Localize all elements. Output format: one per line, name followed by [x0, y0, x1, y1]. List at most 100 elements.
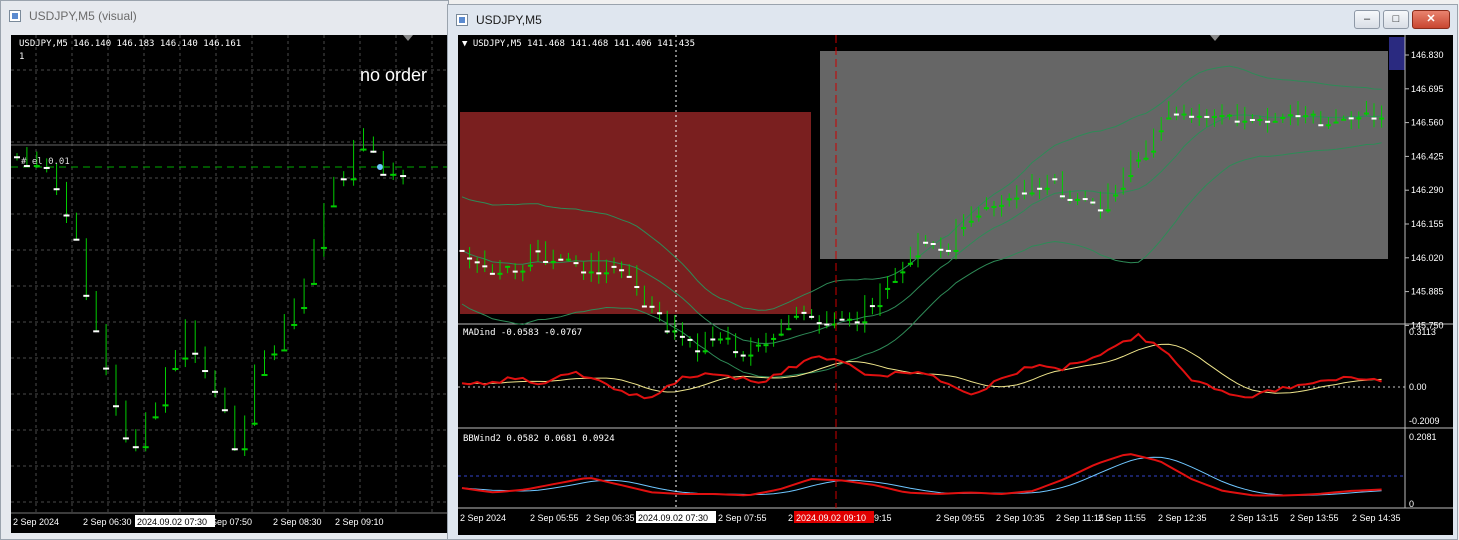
right-candle: [520, 270, 526, 273]
order-status-text: no order: [360, 65, 428, 85]
left-chart-header-line2: 1: [19, 52, 25, 62]
left-candle: [291, 323, 298, 326]
right-candle: [1037, 187, 1043, 190]
right-candle: [1280, 116, 1286, 119]
left-candle: [231, 448, 238, 451]
time-axis-label: Sep 07:50: [211, 517, 252, 527]
time-axis-label: 2 Sep 10:35: [996, 513, 1045, 523]
right-candle: [1113, 194, 1119, 197]
madind-tick-label: -0.2009: [1409, 416, 1440, 426]
left-price-chart[interactable]: 2 Sep 2024 2 Sep 06:30 2024.09.02 07:30 Sep…: [11, 35, 448, 533]
right-candle: [755, 344, 761, 347]
right-candle: [1082, 198, 1088, 201]
maximize-button[interactable]: □: [1383, 10, 1409, 29]
right-candle: [1090, 201, 1096, 204]
left-candle: [73, 238, 80, 241]
right-candle: [596, 272, 602, 275]
right-candle: [1287, 114, 1293, 117]
time-axis-label: 2 Sep 2024: [13, 517, 59, 527]
right-chart-window[interactable]: USDJPY,M5 – □ ✕ 146.830 146.695 146.560 146…: [447, 4, 1458, 540]
right-candle: [862, 321, 868, 324]
right-candle: [877, 305, 883, 308]
left-candle: [261, 374, 268, 377]
time-axis-label: 2 Sep 11:55: [1098, 513, 1146, 523]
left-candle: [400, 175, 407, 178]
left-window-titlebar[interactable]: USDJPY,M5 (visual): [1, 1, 448, 31]
right-candle: [1379, 117, 1385, 120]
right-candle: [687, 338, 693, 341]
right-candle: [1189, 115, 1195, 118]
right-candle: [740, 354, 746, 357]
right-candle: [550, 260, 556, 263]
price-tick-label: 146.155: [1411, 219, 1444, 229]
minimize-button[interactable]: –: [1354, 10, 1380, 29]
right-candle: [1151, 150, 1157, 153]
right-candle: [1303, 115, 1309, 118]
right-candle: [991, 205, 997, 208]
right-main-header-text: USDJPY,M5 141.468 141.468 141.406 141.43…: [472, 39, 696, 49]
close-button[interactable]: ✕: [1412, 10, 1450, 29]
right-main-header: ▼ USDJPY,M5 141.468 141.468 141.406 141.…: [462, 39, 695, 49]
chart-menu-triangle-icon[interactable]: ▼: [462, 39, 467, 49]
right-candle: [915, 255, 921, 258]
crosshair-time-label: 2024.09.02 07:30: [137, 517, 207, 527]
right-candle: [527, 264, 533, 267]
right-candle: [869, 305, 875, 308]
chart-window-icon: [456, 14, 468, 26]
order-line-label: # el 0.01: [21, 157, 70, 167]
right-candle: [1173, 113, 1179, 116]
madind-tick-label: 0.3113: [1409, 327, 1436, 337]
right-candle: [809, 315, 815, 318]
time-axis-label: 2 Sep 06:35: [586, 513, 635, 523]
right-candle: [611, 265, 617, 268]
right-candle: [474, 261, 480, 264]
right-candle: [968, 220, 974, 223]
right-candle: [634, 286, 640, 289]
right-candle: [1356, 117, 1362, 120]
left-candle: [103, 367, 110, 370]
right-chart-canvas[interactable]: 146.830 146.695 146.560 146.425 146.290 146.1…: [458, 35, 1453, 535]
right-candle: [1295, 115, 1301, 118]
madind-signal-line: [461, 343, 1382, 394]
left-candle: [113, 405, 119, 408]
right-candle: [1257, 118, 1263, 121]
right-window-titlebar[interactable]: USDJPY,M5 – □ ✕: [448, 5, 1457, 35]
left-candle: [370, 150, 377, 153]
right-candle: [748, 354, 754, 357]
right-candle: [1044, 187, 1050, 190]
bbwind-tick-label: 0: [1409, 499, 1414, 509]
left-chart-canvas[interactable]: 2 Sep 2024 2 Sep 06:30 2024.09.02 07:30 Sep…: [11, 35, 448, 533]
right-price-chart[interactable]: 146.830 146.695 146.560 146.425 146.290 146.1…: [458, 35, 1453, 535]
right-candle: [489, 272, 495, 275]
left-chart-window[interactable]: USDJPY,M5 (visual) 2 Sep 2024 2 Sep 06:30…: [0, 0, 449, 540]
right-candle: [482, 265, 488, 268]
price-tick-label: 146.830: [1411, 50, 1444, 60]
time-axis-label: 2 Sep 05:55: [530, 513, 579, 523]
right-candle: [512, 270, 518, 273]
right-candle: [1021, 192, 1027, 195]
time-axis-label: 9:15: [874, 513, 892, 523]
right-candle: [695, 350, 701, 353]
right-candle: [1249, 118, 1255, 121]
right-candle: [702, 350, 708, 353]
right-candle: [641, 305, 647, 308]
right-candle: [497, 272, 503, 275]
right-candle: [1143, 157, 1149, 160]
time-axis-label: 2 Sep 08:30: [273, 517, 322, 527]
left-candle: [380, 173, 387, 176]
right-candle: [983, 207, 989, 210]
right-candle: [1363, 112, 1369, 115]
right-candle: [771, 337, 777, 340]
right-candle: [710, 338, 716, 341]
right-candle: [1325, 124, 1331, 127]
right-candle: [467, 257, 473, 260]
left-candle: [142, 446, 149, 449]
right-candle: [763, 344, 769, 347]
right-candle: [1067, 198, 1073, 201]
time-axis-label: 2 Sep 2024: [460, 513, 506, 523]
left-candle: [132, 446, 139, 449]
right-candle: [885, 287, 891, 290]
right-candle: [786, 328, 792, 331]
right-candle: [793, 315, 799, 318]
right-candle: [1158, 130, 1164, 133]
